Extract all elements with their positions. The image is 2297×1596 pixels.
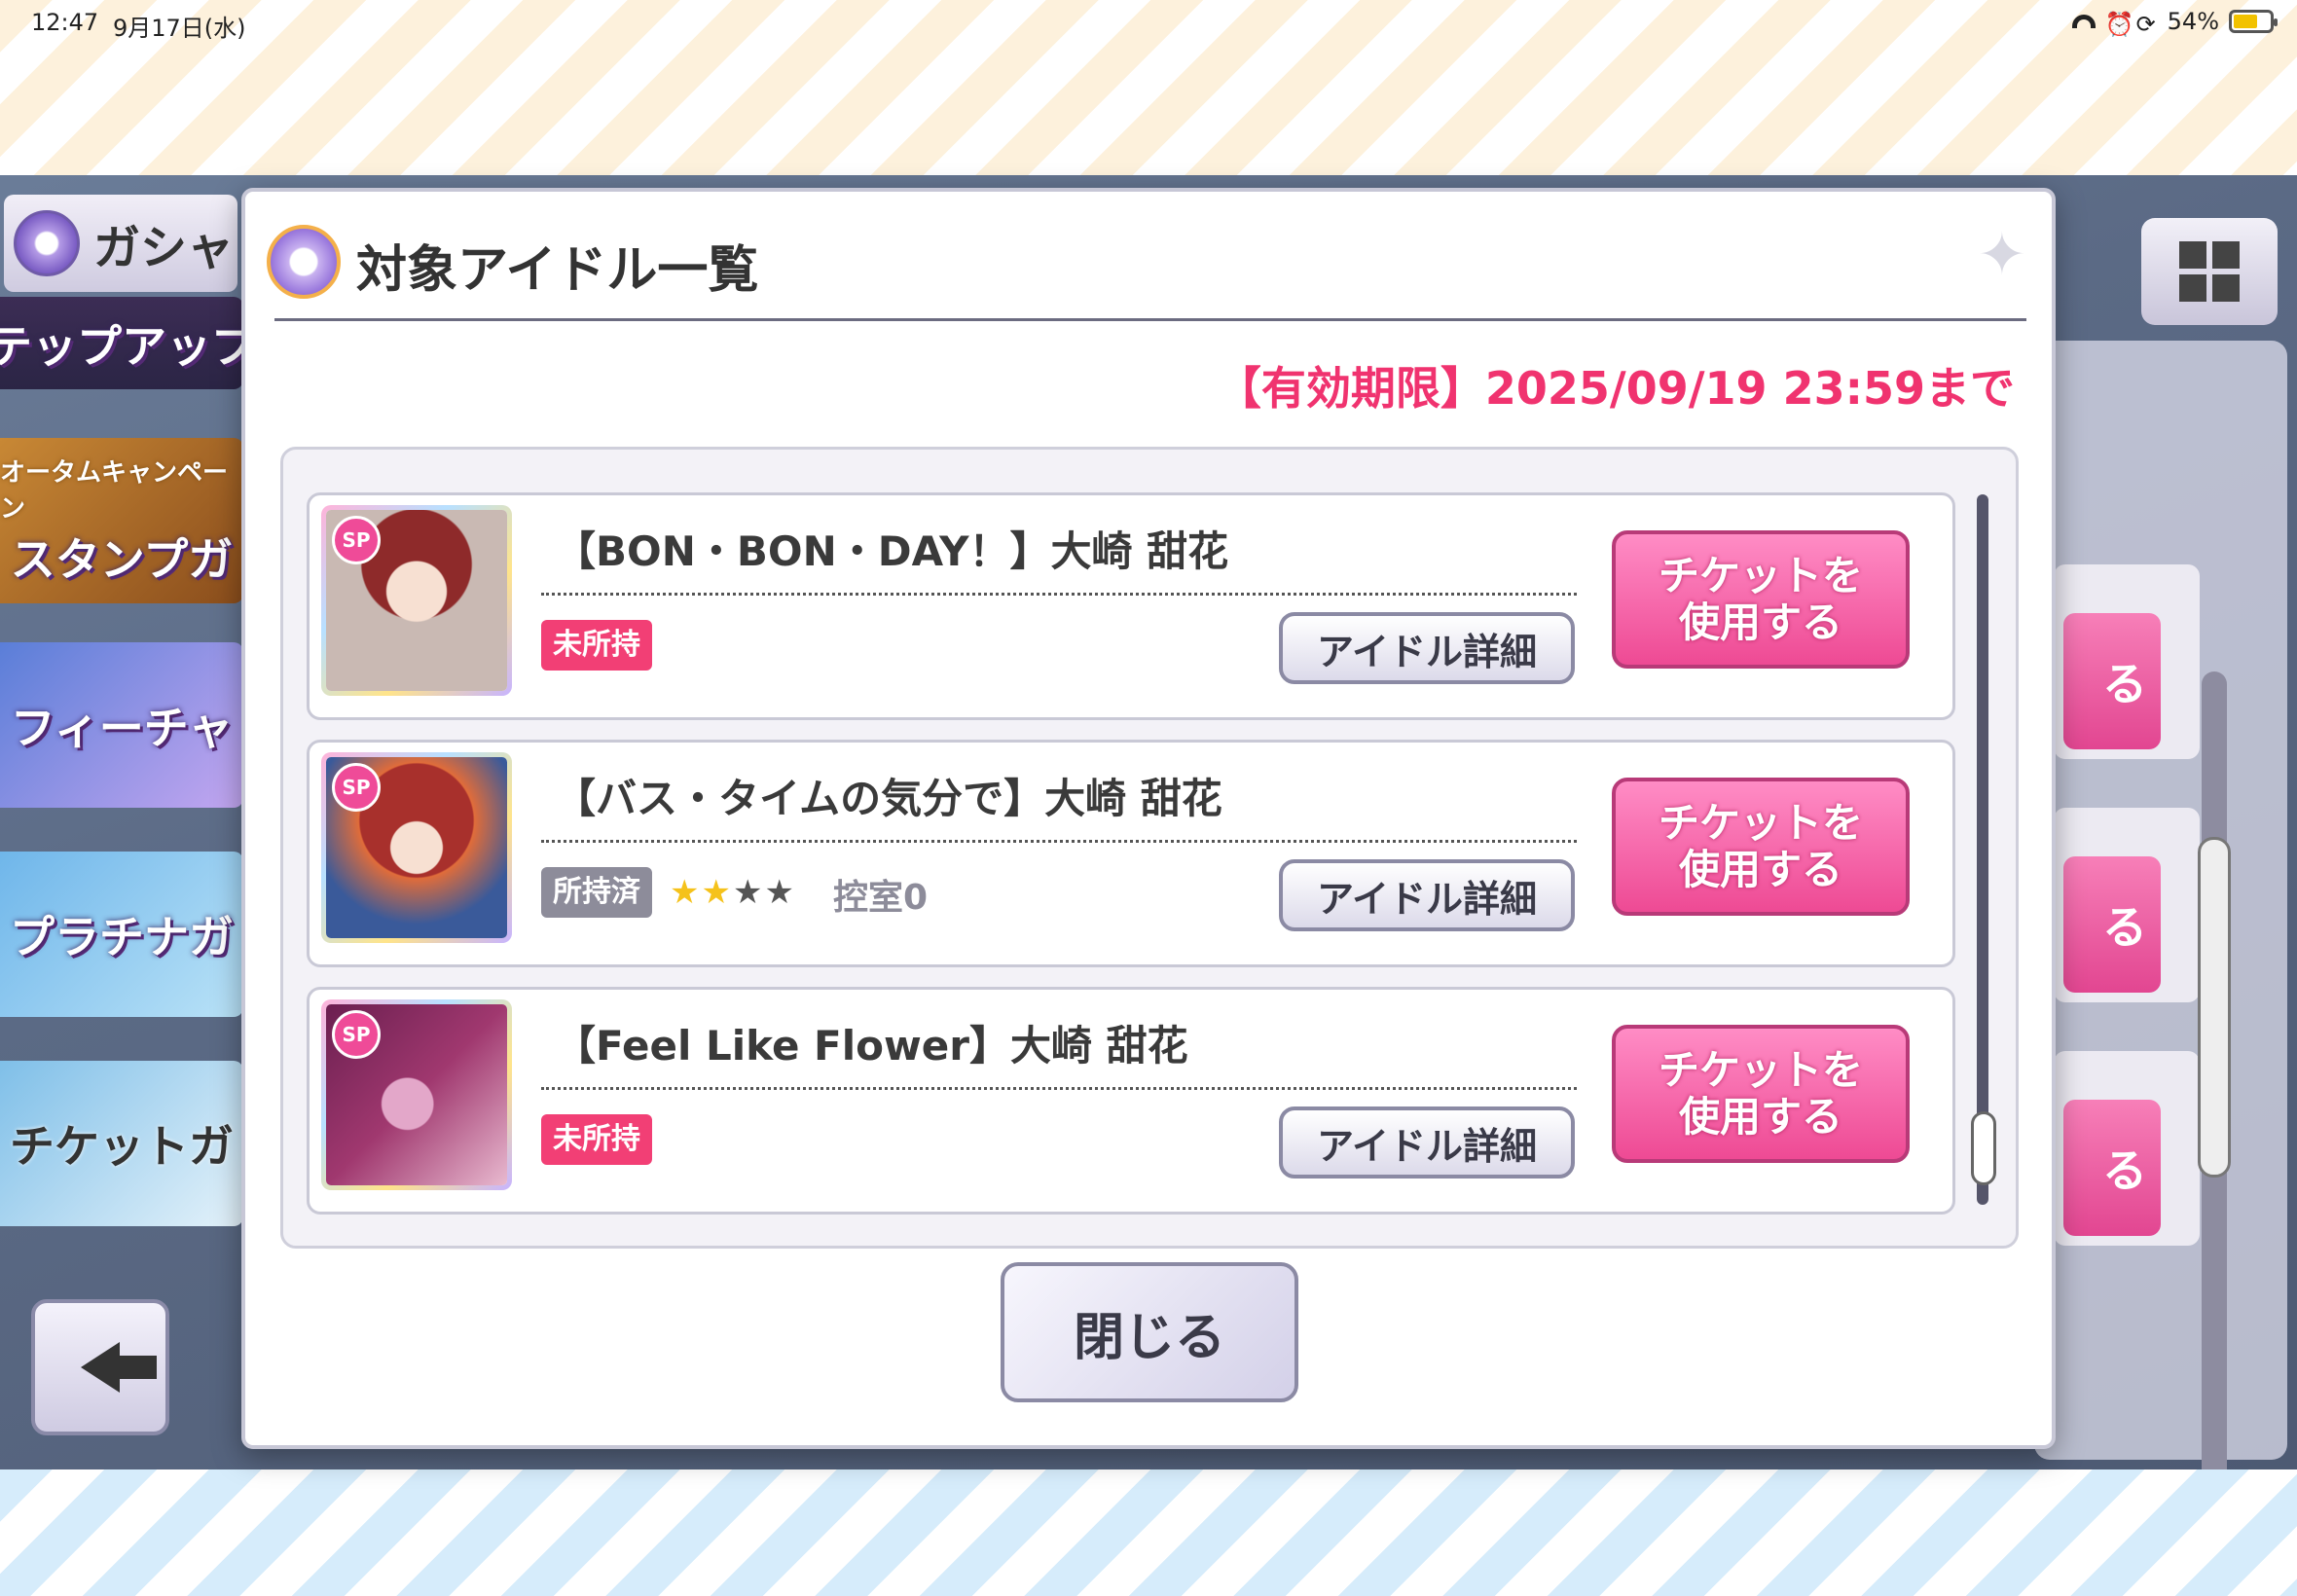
back-arrow-icon [81,1342,157,1393]
sp-badge: SP [332,1010,381,1059]
dotted-divider [541,593,1577,596]
status-bar: 12:47 9月17日(水) ⏰ ⟳ 54% [0,0,2297,47]
expiry-date: 【有効期限】2025/09/19 23:59まで [1216,362,2015,415]
idol-name: 【Feel Like Flower】大崎 甜花 [555,1022,1188,1070]
sp-badge: SP [332,763,381,812]
idol-row: SP 【バス・タイムの気分で】大崎 甜花 所持済 ★ ★ ★ ★ 控室0 アイド… [307,740,1955,967]
gacha-label: ガシャ [93,221,235,275]
idol-detail-button[interactable]: アイドル詳細 [1279,612,1575,684]
sparkle-icon: ✦ [1977,221,2026,289]
use-ticket-button[interactable]: チケットを使用する [1612,530,1910,669]
ownership-badge: 未所持 [541,1114,652,1165]
background-scrollbar [2198,671,2231,1469]
star-filled-icon: ★ [701,873,731,912]
star-empty-icon: ★ [764,873,794,912]
alarm-icon: ⏰ [2104,11,2134,38]
background-use-button: る [2063,856,2161,993]
idol-name: 【バス・タイムの気分で】大崎 甜花 [555,775,1222,822]
list-scrollbar-thumb[interactable] [1971,1111,1996,1185]
idol-list[interactable]: SP 【BON・BON・DAY！】大崎 甜花 未所持 アイドル詳細 チケットを使… [280,447,2019,1249]
sp-badge: SP [332,516,381,564]
orientation-lock-icon: ⟳ [2135,11,2156,38]
idol-row: SP 【Feel Like Flower】大崎 甜花 未所持 アイドル詳細 チケ… [307,987,1955,1215]
bottom-background [0,1469,2297,1596]
gacha-banner[interactable]: チケットガ [0,1061,243,1226]
wing-emblem-icon [267,225,341,299]
idol-detail-button[interactable]: アイドル詳細 [1279,1106,1575,1179]
idol-card-thumbnail[interactable]: SP [321,752,512,943]
modal-title: 対象アイドル一覧 [356,241,759,300]
battery-icon [2229,10,2278,33]
gacha-banner[interactable]: オータムキャンペーン スタンプガ [0,438,243,603]
idol-name: 【BON・BON・DAY！】大崎 甜花 [555,527,1229,575]
battery-percent: 54% [2167,8,2219,35]
idol-row: SP 【BON・BON・DAY！】大崎 甜花 未所持 アイドル詳細 チケットを使… [307,492,1955,720]
ownership-badge: 未所持 [541,620,652,671]
status-icons: ⏰ ⟳ 54% [2071,8,2278,38]
dotted-divider [541,1087,1577,1090]
use-ticket-button[interactable]: チケットを使用する [1612,1025,1910,1163]
menu-grid-button[interactable] [2141,218,2278,325]
gacha-banner[interactable]: ステップアップガ [0,297,243,389]
rarity-stars: ★ ★ ★ ★ [670,867,794,918]
title-divider [274,318,2026,321]
gacha-header: ガシャ [4,195,237,292]
star-filled-icon: ★ [670,873,700,912]
close-button[interactable]: 閉じる [1001,1262,1298,1402]
dotted-divider [541,840,1577,843]
wifi-icon [2071,15,2096,28]
list-scrollbar-track[interactable] [1977,494,1988,1205]
star-empty-icon: ★ [732,873,763,912]
room-count: 控室0 [833,878,929,918]
target-idol-list-modal: 対象アイドル一覧 ✦ 【有効期限】2025/09/19 23:59まで SP 【… [241,188,2056,1449]
back-button[interactable] [31,1299,169,1435]
status-time: 12:47 [31,9,99,36]
idol-detail-button[interactable]: アイドル詳細 [1279,859,1575,931]
gacha-banner[interactable]: フィーチャ [0,642,243,808]
gacha-icon [14,210,80,276]
ownership-badge: 所持済 [541,867,652,918]
gacha-banner[interactable]: プラチナガ [0,852,243,1017]
use-ticket-button[interactable]: チケットを使用する [1612,778,1910,916]
idol-card-thumbnail[interactable]: SP [321,505,512,696]
background-use-button: る [2063,1100,2161,1236]
status-date: 9月17日(水) [113,15,246,42]
background-use-button: る [2063,613,2161,749]
idol-card-thumbnail[interactable]: SP [321,999,512,1190]
